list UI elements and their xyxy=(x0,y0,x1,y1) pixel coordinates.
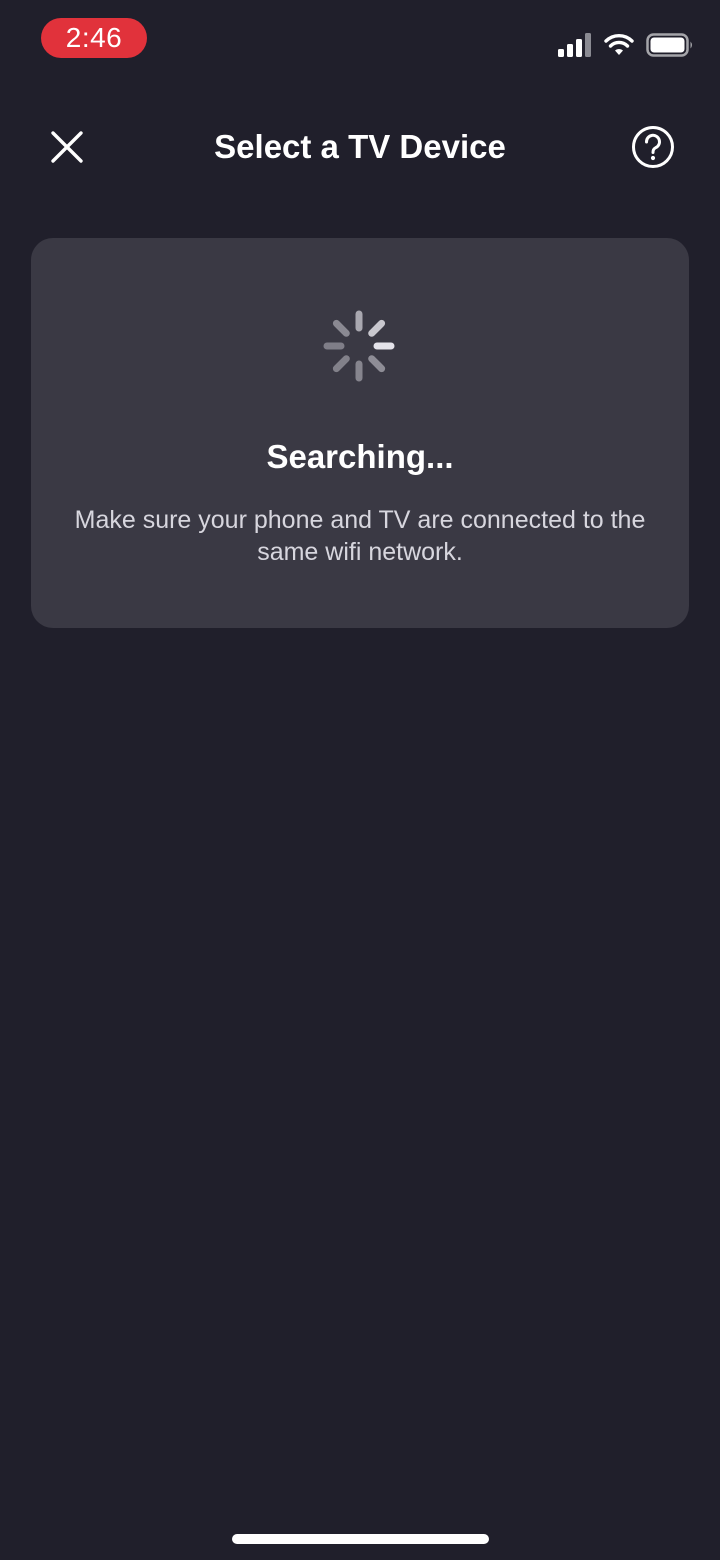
home-indicator[interactable] xyxy=(232,1534,489,1544)
status-bar: 2:46 xyxy=(0,0,720,90)
signal-icon xyxy=(558,33,591,57)
select-tv-device-screen: 2:46 Select a TV Device Searching... Mak… xyxy=(0,0,720,1560)
close-button[interactable] xyxy=(44,124,90,170)
searching-message: Make sure your phone and TV are connecte… xyxy=(74,506,646,566)
battery-icon xyxy=(646,33,692,57)
status-icons xyxy=(558,30,694,60)
close-icon xyxy=(51,131,83,163)
searching-title: Searching... xyxy=(266,438,454,475)
searching-card: Searching... Make sure your phone and TV… xyxy=(31,238,689,628)
help-button[interactable] xyxy=(630,124,676,170)
loading-spinner-icon xyxy=(323,310,395,382)
status-time: 2:46 xyxy=(41,18,147,58)
header: Select a TV Device xyxy=(0,110,720,184)
help-icon xyxy=(632,126,674,168)
wifi-icon xyxy=(604,34,634,55)
page-title: Select a TV Device xyxy=(214,128,506,165)
